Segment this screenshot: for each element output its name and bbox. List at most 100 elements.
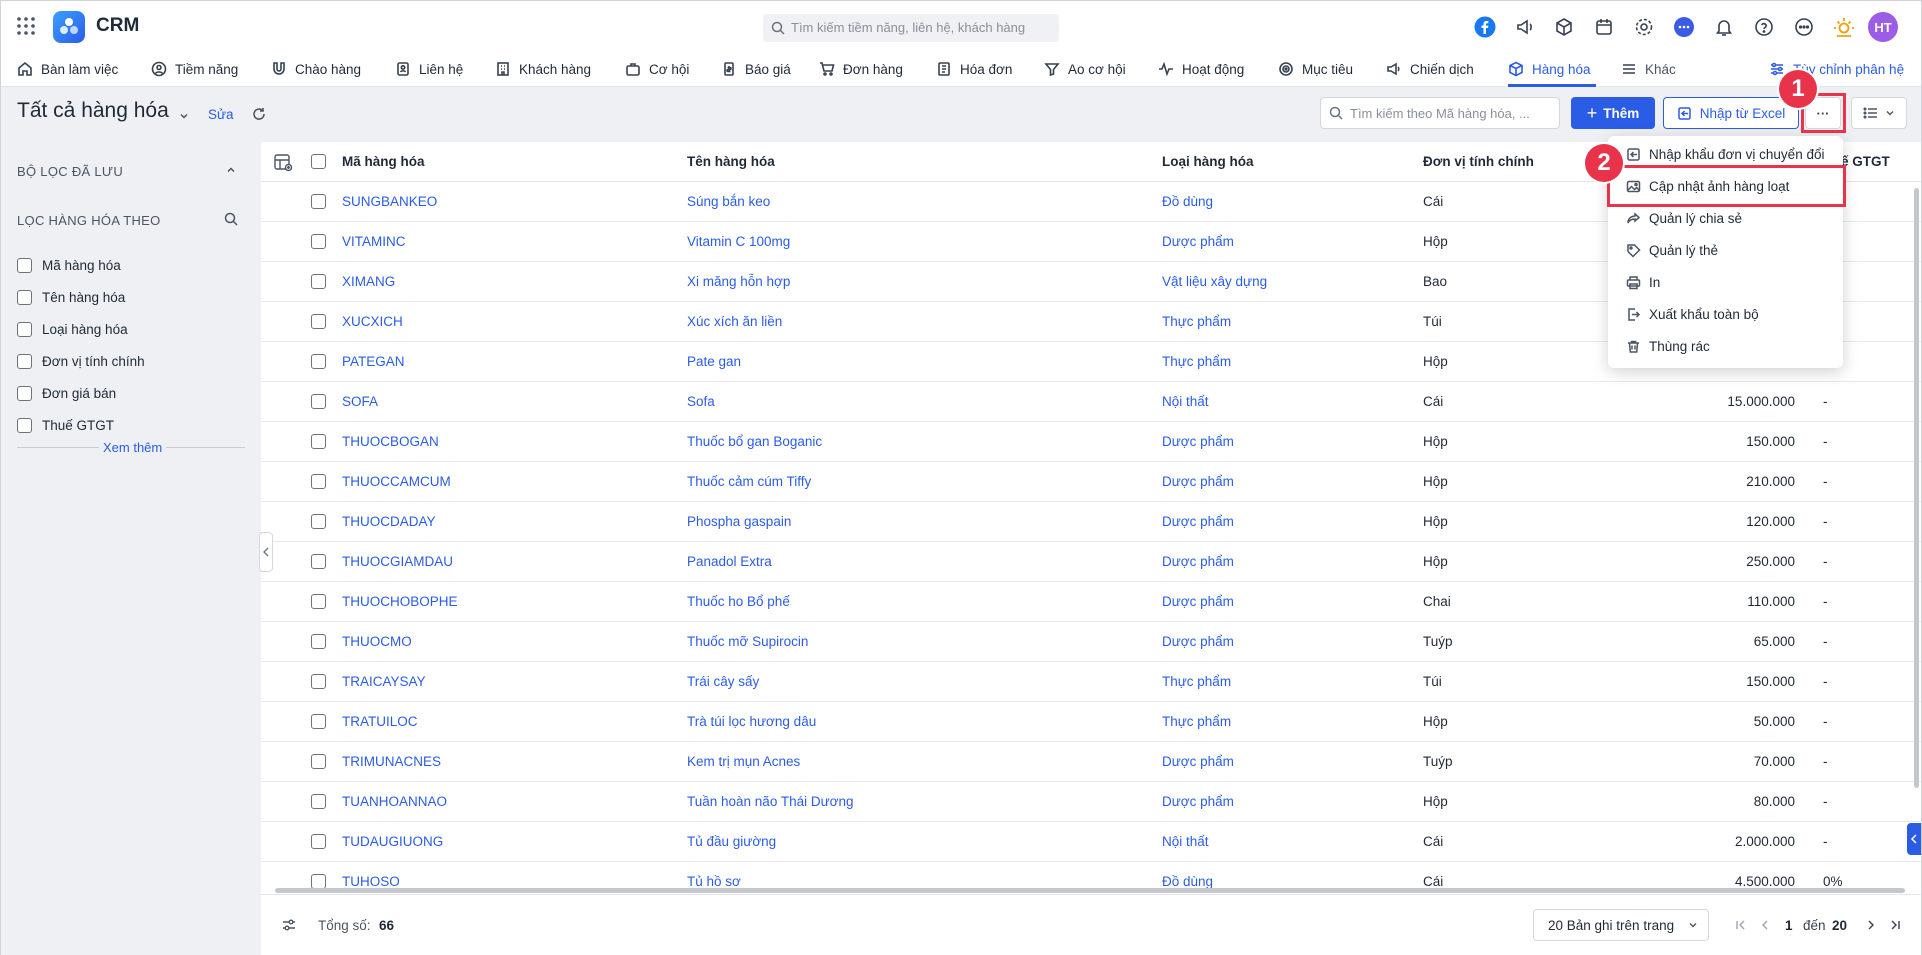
table-row[interactable]: THUOCBOGAN Thuốc bổ gan Boganic Dược phẩm H… xyxy=(261,422,1921,462)
filter-item[interactable]: Mã hàng hóa xyxy=(17,255,121,275)
cell-code[interactable]: TRIMUNACNES xyxy=(342,742,441,782)
apps-grid-icon[interactable] xyxy=(14,14,38,38)
row-checkbox[interactable] xyxy=(311,594,326,609)
row-checkbox[interactable] xyxy=(311,834,326,849)
see-more-link[interactable]: Xem thêm xyxy=(99,440,167,455)
cell-code[interactable]: THUOCMO xyxy=(342,622,412,662)
menu-item-trash[interactable]: Thùng rác xyxy=(1608,330,1843,362)
nav-item-leads[interactable]: Tiềm năng xyxy=(151,51,238,87)
row-checkbox[interactable] xyxy=(311,794,326,809)
cell-code[interactable]: XUCXICH xyxy=(342,302,403,342)
cell-name[interactable]: Trà túi lọc hương dâu xyxy=(687,702,816,742)
vertical-scrollbar[interactable] xyxy=(1914,188,1919,788)
cell-type[interactable]: Thực phẩm xyxy=(1162,702,1231,742)
table-row[interactable]: SOFA Sofa Nội thất Cái - 15.000.000 xyxy=(261,382,1921,422)
help-icon[interactable] xyxy=(1752,15,1776,39)
row-checkbox[interactable] xyxy=(311,634,326,649)
filter-item[interactable]: Đơn giá bán xyxy=(17,383,116,403)
row-checkbox[interactable] xyxy=(311,754,326,769)
side-panel-toggle[interactable] xyxy=(1907,823,1921,855)
table-row[interactable]: TUANHOANNAO Tuần hoàn não Thái Dương Dược … xyxy=(261,782,1921,822)
cell-code[interactable]: THUOCDADAY xyxy=(342,502,436,542)
cell-type[interactable]: Đồ dùng xyxy=(1162,182,1213,222)
row-checkbox[interactable] xyxy=(311,514,326,529)
crm-logo[interactable] xyxy=(53,11,85,43)
nav-item-contacts[interactable]: Liên hệ xyxy=(395,51,463,87)
cell-name[interactable]: Trái cây sấy xyxy=(687,662,759,702)
chat-icon[interactable] xyxy=(1672,15,1696,39)
horizontal-scrollbar[interactable] xyxy=(275,888,1905,893)
cell-name[interactable]: Thuốc bổ gan Boganic xyxy=(687,422,822,462)
cell-type[interactable]: Dược phẩm xyxy=(1162,422,1234,462)
cell-code[interactable]: SOFA xyxy=(342,382,378,422)
cell-code[interactable]: PATEGAN xyxy=(342,342,405,382)
cell-name[interactable]: Kem trị mụn Acnes xyxy=(687,742,800,782)
row-checkbox[interactable] xyxy=(311,274,326,289)
nav-item-quotes[interactable]: Báo giá xyxy=(721,51,791,87)
first-page-icon[interactable] xyxy=(1735,919,1747,931)
cell-type[interactable]: Vật liệu xây dựng xyxy=(1162,262,1267,302)
search-icon[interactable] xyxy=(224,212,238,226)
cell-type[interactable]: Dược phẩm xyxy=(1162,542,1234,582)
nav-item-other[interactable]: Khác xyxy=(1621,51,1676,87)
nav-item-dashboard[interactable]: Bàn làm việc xyxy=(17,51,118,87)
row-checkbox[interactable] xyxy=(311,354,326,369)
menu-item-print[interactable]: In xyxy=(1608,266,1843,298)
cell-code[interactable]: VITAMINC xyxy=(342,222,406,262)
filter-item[interactable]: Tên hàng hóa xyxy=(17,287,125,307)
cell-code[interactable]: XIMANG xyxy=(342,262,395,302)
cell-name[interactable]: Thuốc ho Bổ phế xyxy=(687,582,790,622)
filter-item[interactable]: Thuế GTGT xyxy=(17,415,114,435)
checkbox[interactable] xyxy=(17,289,32,305)
calendar-icon[interactable] xyxy=(1592,15,1616,39)
cell-name[interactable]: Súng bắn keo xyxy=(687,182,770,222)
nav-item-activities[interactable]: Hoạt động xyxy=(1158,51,1244,87)
cell-name[interactable]: Thuốc mỡ Supirocin xyxy=(687,622,808,662)
cell-code[interactable]: TRATUILOC xyxy=(342,702,418,742)
checkbox[interactable] xyxy=(17,257,32,273)
page-title[interactable]: Tất cả hàng hóa xyxy=(17,99,169,123)
cell-code[interactable]: THUOCGIAMDAU xyxy=(342,542,453,582)
nav-item-invoices[interactable]: Hóa đơn xyxy=(936,51,1012,87)
nav-item-campaigns[interactable]: Chiến dịch xyxy=(1386,51,1474,87)
filter-item[interactable]: Đơn vị tính chính xyxy=(17,351,145,371)
row-checkbox[interactable] xyxy=(311,394,326,409)
global-search[interactable]: Tìm kiếm tiềm năng, liên hệ, khách hàng xyxy=(763,14,1059,42)
column-header[interactable]: Tên hàng hóa xyxy=(687,142,775,182)
column-settings-icon[interactable] xyxy=(273,152,293,172)
cell-name[interactable]: Pate gan xyxy=(687,342,741,382)
column-header[interactable]: Đơn vị tính chính xyxy=(1423,142,1534,182)
cell-code[interactable]: TUANHOANNAO xyxy=(342,782,447,822)
row-checkbox[interactable] xyxy=(311,714,326,729)
cube-icon[interactable] xyxy=(1552,15,1576,39)
cell-name[interactable]: Vitamin C 100mg xyxy=(687,222,790,262)
menu-item-manage-tags[interactable]: Quản lý thẻ xyxy=(1608,234,1843,266)
nav-item-pools[interactable]: Ao cơ hội xyxy=(1044,51,1126,87)
cell-name[interactable]: Tuần hoàn não Thái Dương xyxy=(687,782,854,822)
last-page-icon[interactable] xyxy=(1889,919,1901,931)
import-excel-button[interactable]: Nhập từ Excel xyxy=(1663,97,1799,129)
cell-code[interactable]: TRAICAYSAY xyxy=(342,662,426,702)
table-row[interactable]: TRATUILOC Trà túi lọc hương dâu Thực phẩm H… xyxy=(261,702,1921,742)
cell-type[interactable]: Dược phẩm xyxy=(1162,622,1234,662)
table-row[interactable]: THUOCMO Thuốc mỡ Supirocin Dược phẩm Tuýp - 6… xyxy=(261,622,1921,662)
checkbox[interactable] xyxy=(17,417,32,433)
nav-item-orders[interactable]: Đơn hàng xyxy=(819,51,903,87)
settings-icon[interactable] xyxy=(1632,15,1656,39)
cell-code[interactable]: SUNGBANKEO xyxy=(342,182,437,222)
table-row[interactable]: THUOCHOBOPHE Thuốc ho Bổ phế Dược phẩm Chai… xyxy=(261,582,1921,622)
table-row[interactable]: THUOCCAMCUM Thuốc cảm cúm Tiffy Dược phẩm H… xyxy=(261,462,1921,502)
cell-type[interactable]: Nội thất xyxy=(1162,382,1209,422)
cell-type[interactable]: Dược phẩm xyxy=(1162,462,1234,502)
row-checkbox[interactable] xyxy=(311,434,326,449)
nav-item-offers[interactable]: Chào hàng xyxy=(271,51,361,87)
cell-name[interactable]: Tủ đầu giường xyxy=(687,822,776,862)
cell-type[interactable]: Dược phẩm xyxy=(1162,222,1234,262)
add-button[interactable]: + Thêm xyxy=(1571,97,1655,129)
chevron-down-icon[interactable] xyxy=(178,110,190,122)
prev-page-icon[interactable] xyxy=(1759,919,1771,931)
row-checkbox[interactable] xyxy=(311,474,326,489)
table-row[interactable]: TRIMUNACNES Kem trị mụn Acnes Dược phẩm Tuý… xyxy=(261,742,1921,782)
column-header[interactable]: Mã hàng hóa xyxy=(342,142,425,182)
cell-type[interactable]: Thực phẩm xyxy=(1162,662,1231,702)
